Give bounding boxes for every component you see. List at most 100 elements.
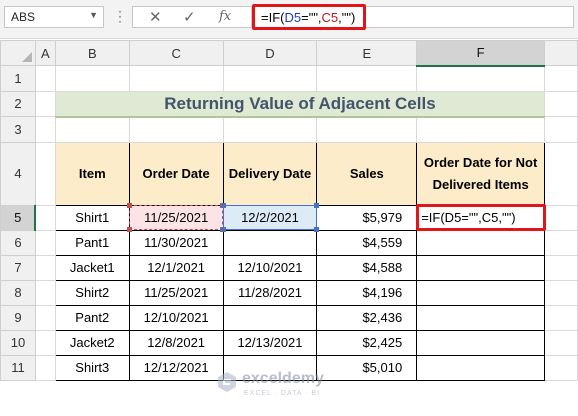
order-date-cell[interactable]: 11/25/2021 [128, 279, 224, 306]
order-date-cell[interactable]: 12/1/2021 [128, 254, 224, 281]
item-cell[interactable]: Shirt3 [54, 354, 130, 381]
cell[interactable] [34, 90, 56, 117]
result-cell[interactable] [416, 254, 546, 281]
column-header-f[interactable]: F [416, 40, 546, 67]
order-date-cell[interactable]: 12/12/2021 [128, 354, 224, 381]
exceldemy-logo-icon [218, 372, 236, 392]
order-date-cell[interactable]: 12/8/2021 [128, 329, 224, 356]
sales-cell[interactable]: $5,979 [316, 204, 418, 231]
row-header-6[interactable]: 6 [0, 229, 36, 256]
column-header-c[interactable]: C [128, 40, 224, 66]
name-box-value: ABS [11, 10, 36, 24]
sales-cell[interactable]: $2,425 [316, 329, 418, 356]
row-header-10[interactable]: 10 [0, 329, 36, 356]
cell[interactable] [544, 354, 578, 381]
result-cell[interactable] [416, 279, 546, 306]
cell[interactable] [34, 204, 56, 231]
result-cell[interactable] [416, 304, 546, 331]
chevron-down-icon[interactable]: ▼ [89, 10, 98, 20]
delivery-date-cell[interactable]: 12/13/2021 [222, 329, 318, 356]
row-header-9[interactable]: 9 [0, 304, 36, 331]
cell[interactable] [34, 116, 56, 143]
cell[interactable] [34, 254, 56, 281]
row-header-2[interactable]: 2 [0, 90, 36, 117]
active-cell-f5[interactable]: =IF(D5="",C5,"") [416, 204, 546, 231]
header-item[interactable]: Item [54, 141, 130, 206]
item-cell[interactable]: Shirt2 [54, 279, 130, 306]
order-date-cell[interactable]: 11/25/2021 [128, 204, 224, 231]
row-header-7[interactable]: 7 [0, 254, 36, 281]
header-order-date[interactable]: Order Date [128, 141, 224, 206]
cell[interactable] [544, 204, 578, 231]
cell[interactable] [54, 116, 130, 143]
cancel-icon[interactable]: ✕ [149, 8, 162, 26]
enter-icon[interactable]: ✓ [183, 8, 196, 26]
item-cell[interactable]: Pant1 [54, 229, 130, 256]
delivery-date-cell[interactable] [222, 229, 318, 256]
row-header-11[interactable]: 11 [0, 354, 36, 381]
cell[interactable] [544, 279, 578, 306]
delivery-date-cell[interactable] [222, 304, 318, 331]
insert-function-icon[interactable]: fx [219, 9, 231, 24]
cell[interactable] [222, 65, 318, 92]
cell[interactable] [316, 116, 418, 143]
row-header-1[interactable]: 1 [0, 65, 36, 92]
cell[interactable] [316, 65, 418, 92]
cell[interactable] [544, 329, 578, 356]
column-header-g[interactable] [544, 40, 578, 66]
cell[interactable] [544, 116, 578, 143]
column-header-e[interactable]: E [316, 40, 418, 66]
cell[interactable] [34, 304, 56, 331]
order-date-cell[interactable]: 12/10/2021 [128, 304, 224, 331]
item-cell[interactable]: Pant2 [54, 304, 130, 331]
sales-cell[interactable]: $4,196 [316, 279, 418, 306]
formula-text[interactable]: =IF(D5="",C5,"") [252, 4, 366, 30]
column-header-a[interactable]: A [34, 40, 56, 66]
item-cell[interactable]: Shirt1 [54, 204, 130, 231]
cell[interactable] [544, 229, 578, 256]
sheet-title[interactable]: Returning Value of Adjacent Cells [54, 90, 546, 118]
cell[interactable] [544, 141, 578, 206]
cell[interactable] [34, 65, 56, 92]
header-sales[interactable]: Sales [316, 141, 418, 206]
row-header-5[interactable]: 5 [0, 204, 37, 231]
cell[interactable] [54, 65, 130, 92]
row-header-8[interactable]: 8 [0, 279, 36, 306]
sales-cell[interactable]: $4,559 [316, 229, 418, 256]
cell[interactable] [34, 329, 56, 356]
cell[interactable] [34, 279, 56, 306]
select-all-button[interactable] [0, 40, 36, 66]
header-not-delivered[interactable]: Order Date for Not Delivered Items [416, 141, 546, 206]
cell[interactable] [222, 116, 318, 143]
cell[interactable] [544, 65, 578, 92]
delivery-date-cell[interactable]: 11/28/2021 [222, 279, 318, 306]
grip-icon: ⋮ [113, 8, 127, 24]
formula-ref-c5: C5 [321, 10, 339, 25]
order-date-cell[interactable]: 11/30/2021 [128, 229, 224, 256]
result-cell[interactable] [416, 329, 546, 356]
sales-cell[interactable]: $4,588 [316, 254, 418, 281]
row-header-4[interactable]: 4 [0, 141, 36, 206]
column-header-d[interactable]: D [222, 40, 318, 66]
cell[interactable] [416, 65, 546, 92]
sales-cell[interactable]: $2,436 [316, 304, 418, 331]
cell[interactable] [34, 354, 56, 381]
cell[interactable] [544, 304, 578, 331]
item-cell[interactable]: Jacket2 [54, 329, 130, 356]
cell[interactable] [128, 116, 224, 143]
header-delivery-date[interactable]: Delivery Date [222, 141, 318, 206]
column-header-b[interactable]: B [54, 40, 130, 66]
delivery-date-cell[interactable]: 12/10/2021 [222, 254, 318, 281]
delivery-date-cell[interactable]: 12/2/2021 [222, 204, 318, 231]
item-cell[interactable]: Jacket1 [54, 254, 130, 281]
cell[interactable] [544, 90, 578, 117]
result-cell[interactable] [416, 229, 546, 256]
row-header-3[interactable]: 3 [0, 116, 36, 143]
cell[interactable] [128, 65, 224, 92]
result-cell[interactable] [416, 354, 546, 381]
cell[interactable] [416, 116, 546, 143]
cell[interactable] [544, 254, 578, 281]
cell[interactable] [34, 229, 56, 256]
name-box[interactable]: ABS ▼ [4, 6, 104, 28]
cell[interactable] [34, 141, 56, 206]
